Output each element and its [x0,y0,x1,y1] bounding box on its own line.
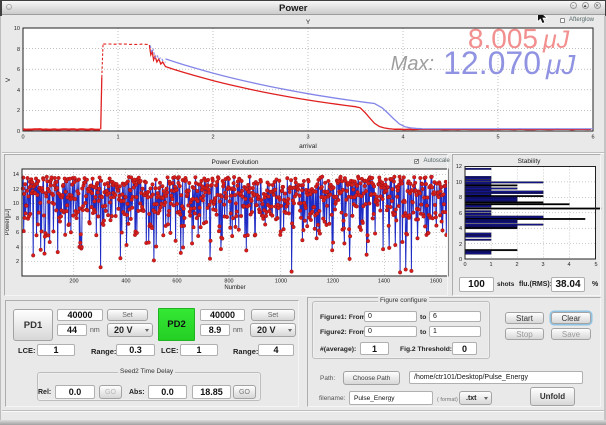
svg-text:8: 8 [17,47,20,53]
svg-text:2: 2 [211,135,214,141]
svg-text:arrival: arrival [299,143,317,150]
svg-text:4: 4 [17,88,20,94]
svg-text:5: 5 [496,135,499,141]
svg-text:0: 0 [17,129,20,135]
svg-text:10: 10 [14,26,20,32]
svg-text:6: 6 [17,67,20,73]
svg-text:μJ: μJ [545,49,576,80]
svg-text:0: 0 [21,135,24,141]
svg-text:4: 4 [401,135,404,141]
svg-text:Y: Y [306,19,311,26]
svg-text:6: 6 [591,135,594,141]
svg-text:12.070: 12.070 [443,45,541,81]
svg-text:Max:: Max: [391,53,434,75]
svg-text:2: 2 [17,108,20,114]
svg-text:3: 3 [306,135,309,141]
svg-text:1: 1 [116,135,119,141]
svg-text:V: V [5,77,12,82]
